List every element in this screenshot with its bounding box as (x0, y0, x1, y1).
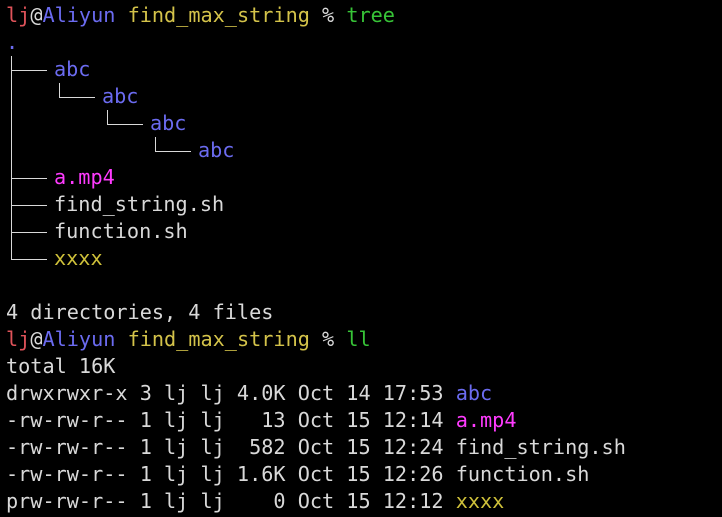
tree-entry-name: abc (54, 57, 91, 81)
tree-pipe-icon (6, 110, 54, 137)
listing-meta: drwxrwxr-x 3 lj lj 4.0K Oct 14 17:53 (6, 381, 456, 405)
tree-last-branch-icon (102, 110, 150, 137)
listing-name: find_string.sh (455, 435, 626, 459)
listing-meta: -rw-rw-r-- 1 lj lj 582 Oct 15 12:24 (6, 435, 456, 459)
tree-entry-name: a.mp4 (54, 165, 115, 189)
listing-total: total 16K (6, 354, 116, 378)
tree-last-branch-icon (6, 245, 54, 272)
listing-name: xxxx (455, 489, 505, 513)
tree-entry-name: function.sh (54, 219, 188, 243)
tree-pipe-icon (6, 137, 54, 164)
prompt-cwd: find_max_string (127, 327, 310, 351)
listing-row: -rw-rw-r-- 1 lj lj 1.6K Oct 15 12:26 fun… (6, 461, 589, 488)
tree-last-branch-icon (150, 137, 198, 164)
tree-branch-icon (6, 164, 54, 191)
prompt-cwd: find_max_string (127, 3, 310, 27)
command-tree: tree (346, 3, 395, 27)
prompt-host: Aliyun (42, 3, 116, 27)
tree-branch-icon (6, 56, 54, 83)
tree-root: . (6, 30, 19, 54)
tree-entry: abc (6, 56, 90, 83)
tree-entry: xxxx (6, 245, 103, 272)
listing-row: -rw-rw-r-- 1 lj lj 13 Oct 15 12:14 a.mp4 (6, 407, 516, 434)
tree-entry: abc (6, 83, 138, 110)
prompt-line-tree: lj@Aliyun find_max_string % tree (6, 2, 395, 29)
listing-row: -rw-rw-r-- 1 lj lj 582 Oct 15 12:24 find… (6, 434, 626, 461)
tree-pipe-icon (6, 83, 54, 110)
tree-entry: find_string.sh (6, 191, 224, 218)
listing-meta: -rw-rw-r-- 1 lj lj 13 Oct 15 12:14 (6, 408, 456, 432)
tree-entry-name: abc (198, 138, 235, 162)
prompt-symbol: % (322, 3, 335, 27)
tree-entry: function.sh (6, 218, 188, 245)
terminal-window[interactable]: lj@Aliyun find_max_string % tree . abc a… (0, 0, 722, 517)
listing-meta: prw-rw-r-- 1 lj lj 0 Oct 15 12:12 (6, 489, 456, 513)
tree-entry-name: find_string.sh (54, 192, 225, 216)
prompt-at: @ (30, 3, 43, 27)
tree-entry: a.mp4 (6, 164, 115, 191)
listing-name: function.sh (455, 462, 590, 486)
prompt-user: lj (6, 327, 31, 351)
listing-name: abc (455, 381, 493, 405)
prompt-line-ll: lj@Aliyun find_max_string % ll (6, 326, 371, 353)
listing-name: a.mp4 (455, 408, 517, 432)
tree-entry-name: xxxx (54, 246, 103, 270)
prompt-symbol: % (322, 327, 335, 351)
prompt-user: lj (6, 3, 31, 27)
tree-entry: abc (6, 110, 186, 137)
listing-meta: -rw-rw-r-- 1 lj lj 1.6K Oct 15 12:26 (6, 462, 456, 486)
tree-branch-icon (6, 191, 54, 218)
command-ll: ll (346, 327, 371, 351)
tree-last-branch-icon (54, 83, 102, 110)
listing-row: prw-rw-r-- 1 lj lj 0 Oct 15 12:12 xxxx (6, 488, 504, 515)
prompt-host: Aliyun (42, 327, 116, 351)
prompt-at: @ (30, 327, 43, 351)
tree-entry-name: abc (150, 111, 187, 135)
tree-entry: abc (6, 137, 234, 164)
tree-summary: 4 directories, 4 files (6, 300, 274, 324)
tree-branch-icon (6, 218, 54, 245)
tree-entry-name: abc (102, 84, 139, 108)
listing-row: drwxrwxr-x 3 lj lj 4.0K Oct 14 17:53 abc (6, 380, 492, 407)
